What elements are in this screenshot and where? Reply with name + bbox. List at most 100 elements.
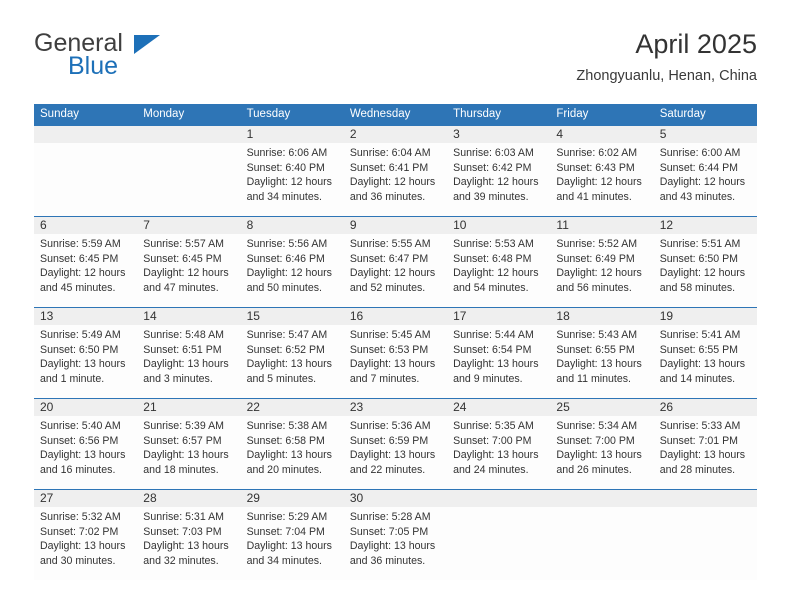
day-number: 14: [143, 309, 157, 323]
daylight-line-1: Daylight: 13 hours: [246, 449, 332, 462]
daylight-line-1: Daylight: 12 hours: [659, 176, 746, 189]
day-number: 28: [143, 491, 157, 505]
sunset-text: Sunset: 7:00 PM: [556, 434, 635, 447]
day-number: 13: [40, 309, 54, 323]
week-info-band: Sunrise: 5:40 AM Sunset: 6:56 PM Dayligh…: [34, 416, 757, 489]
day-cell: [34, 143, 137, 216]
daylight-text: Daylight: 13 hours and 18 minutes.: [143, 448, 234, 477]
daylight-text: Daylight: 12 hours and 34 minutes.: [247, 175, 338, 204]
day-cell: [654, 507, 757, 580]
sunset-text: Sunset: 6:44 PM: [659, 161, 739, 174]
sunset-text: Sunset: 6:55 PM: [659, 343, 739, 356]
day-number: 27: [40, 491, 54, 505]
sunset-text: Sunset: 6:43 PM: [556, 161, 635, 174]
day-number: 8: [246, 218, 254, 232]
daylight-line-2: and 39 minutes.: [453, 190, 529, 203]
page-title: April 2025: [635, 29, 757, 59]
day-cell: Sunrise: 5:51 AM Sunset: 6:50 PM Dayligh…: [654, 234, 757, 307]
daylight-text: Daylight: 13 hours and 11 minutes.: [556, 357, 647, 386]
daylight-line-2: and 22 minutes.: [349, 463, 426, 476]
sunrise-text: Sunrise: 5:28 AM: [349, 511, 431, 523]
daylight-line-2: and 58 minutes.: [659, 281, 736, 294]
day-cell: Sunrise: 5:49 AM Sunset: 6:50 PM Dayligh…: [34, 325, 137, 398]
day-number: 5: [659, 127, 667, 141]
sunset-text: Sunset: 7:00 PM: [453, 434, 532, 447]
sunset-text: Sunset: 7:04 PM: [246, 525, 325, 538]
sunrise-text: Sunrise: 5:40 AM: [40, 420, 121, 432]
daylight-line-1: Daylight: 13 hours: [349, 449, 436, 462]
day-cell: Sunrise: 6:06 AM Sunset: 6:40 PM Dayligh…: [241, 143, 344, 216]
sunset-text: Sunset: 6:54 PM: [453, 343, 532, 356]
sunrise-text: Sunrise: 5:34 AM: [556, 420, 638, 432]
daylight-line-2: and 7 minutes.: [349, 372, 420, 385]
sunset-text: Sunset: 6:57 PM: [143, 434, 222, 447]
daylight-line-1: Daylight: 13 hours: [143, 449, 229, 462]
day-cell: Sunrise: 5:45 AM Sunset: 6:53 PM Dayligh…: [344, 325, 447, 398]
sunrise-text: Sunrise: 6:04 AM: [349, 147, 431, 159]
day-cell: [447, 507, 550, 580]
sunrise-text: Sunrise: 5:43 AM: [556, 329, 638, 341]
daylight-line-2: and 28 minutes.: [659, 463, 736, 476]
daylight-line-1: Daylight: 13 hours: [453, 358, 539, 371]
sunset-text: Sunset: 7:03 PM: [143, 525, 222, 538]
sunrise-text: Sunrise: 5:59 AM: [40, 238, 121, 250]
daylight-line-1: Daylight: 12 hours: [453, 176, 539, 189]
daylight-text: Daylight: 13 hours and 28 minutes.: [660, 448, 751, 477]
day-cell: Sunrise: 5:47 AM Sunset: 6:52 PM Dayligh…: [241, 325, 344, 398]
week-day-number-band: 27 28 29 30: [34, 490, 757, 507]
day-number: 3: [453, 127, 460, 141]
sunrise-text: Sunrise: 5:55 AM: [349, 238, 431, 250]
daylight-text: Daylight: 12 hours and 39 minutes.: [453, 175, 544, 204]
daylight-line-1: Daylight: 13 hours: [556, 358, 642, 371]
daylight-text: Daylight: 12 hours and 52 minutes.: [350, 266, 441, 295]
day-cell: Sunrise: 5:57 AM Sunset: 6:45 PM Dayligh…: [137, 234, 240, 307]
daylight-text: Daylight: 13 hours and 30 minutes.: [40, 539, 131, 568]
daylight-line-1: Daylight: 12 hours: [556, 176, 642, 189]
day-number: [34, 126, 137, 143]
daylight-line-2: and 36 minutes.: [349, 554, 426, 567]
day-cell: [550, 507, 653, 580]
day-number: 26: [659, 400, 674, 414]
daylight-line-2: and 52 minutes.: [349, 281, 426, 294]
dow-saturday: Saturday: [659, 108, 706, 120]
daylight-text: Daylight: 12 hours and 41 minutes.: [556, 175, 647, 204]
page-subtitle-location: Zhongyuanlu, Henan, China: [576, 68, 757, 84]
sunset-text: Sunset: 6:58 PM: [246, 434, 325, 447]
day-number: 4: [556, 127, 564, 141]
sunset-text: Sunset: 6:50 PM: [40, 343, 119, 356]
daylight-text: Daylight: 13 hours and 5 minutes.: [247, 357, 338, 386]
general-blue-logo: General Blue: [34, 30, 214, 80]
daylight-line-1: Daylight: 13 hours: [143, 540, 229, 553]
daylight-line-2: and 18 minutes.: [143, 463, 219, 476]
day-cell: Sunrise: 5:43 AM Sunset: 6:55 PM Dayligh…: [550, 325, 653, 398]
day-cell: Sunrise: 5:29 AM Sunset: 7:04 PM Dayligh…: [241, 507, 344, 580]
day-number: 29: [246, 491, 260, 505]
daylight-line-1: Daylight: 12 hours: [556, 267, 642, 280]
daylight-line-2: and 9 minutes.: [453, 372, 523, 385]
sunset-text: Sunset: 6:50 PM: [659, 252, 739, 265]
day-number: 20: [40, 400, 54, 414]
daylight-line-2: and 11 minutes.: [556, 372, 632, 385]
daylight-text: Daylight: 13 hours and 7 minutes.: [350, 357, 441, 386]
day-number: 22: [246, 400, 260, 414]
sunset-text: Sunset: 7:05 PM: [349, 525, 429, 538]
dow-thursday: Thursday: [453, 108, 502, 120]
daylight-line-1: Daylight: 13 hours: [659, 358, 746, 371]
daylight-line-2: and 26 minutes.: [556, 463, 632, 476]
daylight-text: Daylight: 12 hours and 58 minutes.: [660, 266, 751, 295]
day-number: 24: [453, 400, 467, 414]
day-cell: Sunrise: 5:34 AM Sunset: 7:00 PM Dayligh…: [550, 416, 653, 489]
day-cell: Sunrise: 5:59 AM Sunset: 6:45 PM Dayligh…: [34, 234, 137, 307]
week-info-band: Sunrise: 6:06 AM Sunset: 6:40 PM Dayligh…: [34, 143, 757, 216]
daylight-line-2: and 5 minutes.: [246, 372, 317, 385]
sunrise-text: Sunrise: 5:33 AM: [659, 420, 741, 432]
sunset-text: Sunset: 6:52 PM: [246, 343, 325, 356]
daylight-line-2: and 43 minutes.: [659, 190, 736, 203]
dow-monday: Monday: [143, 108, 185, 120]
sunset-text: Sunset: 6:47 PM: [349, 252, 429, 265]
week-info-band: Sunrise: 5:49 AM Sunset: 6:50 PM Dayligh…: [34, 325, 757, 398]
day-number: 11: [556, 218, 569, 232]
day-number: 19: [659, 309, 674, 323]
sunset-text: Sunset: 6:48 PM: [453, 252, 532, 265]
week-row: 20 21 22 23 24 25 26 Sunrise: 5:40 AM Su…: [34, 398, 757, 489]
